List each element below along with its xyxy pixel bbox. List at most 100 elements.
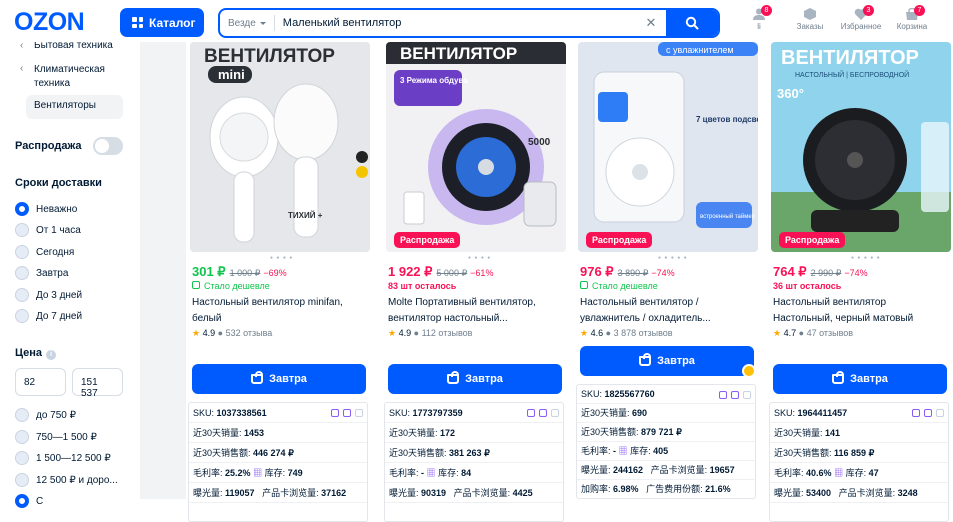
info-icon[interactable]: i [46, 350, 57, 360]
product-card[interactable]: ВЕНТИЛЯТОР 3 Режима обдува 5000 Распрода… [382, 42, 566, 522]
product-card[interactable]: ВЕНТИЛЯТОР НАСТОЛЬНЫЙ | БЕСПРОВОДНОЙ 360… [767, 42, 951, 522]
radio [15, 309, 29, 323]
product-title[interactable]: Настольный вентилятор Настольный, черный… [773, 295, 947, 327]
orders-button[interactable]: Заказы [788, 8, 832, 31]
profile-button[interactable]: 8 li [737, 5, 781, 31]
image-pager[interactable]: ● ● ● ● ● [658, 255, 688, 261]
seller-stats-panel: SKU: 1037338561 近30天销量: 1453 近30天销售额: 44… [188, 402, 368, 522]
radio [15, 408, 29, 422]
add-to-cart-button[interactable]: Завтра [192, 364, 366, 394]
add-to-cart-button[interactable]: Завтра [773, 364, 947, 394]
price-current: 976 ₽ [580, 264, 614, 279]
link-icon [731, 391, 739, 399]
delivery-option[interactable]: От 1 часа [15, 223, 81, 237]
stats-row: 曝光量: 119057 产品卡浏览量: 37162 [189, 483, 367, 503]
product-photo: с увлажнителем 7 цветов подсветки встрое… [578, 42, 758, 252]
reviews-icon: ● [798, 328, 805, 338]
delivery-option[interactable]: До 7 дней [15, 309, 82, 323]
category-current[interactable]: Вентиляторы [26, 95, 123, 119]
stats-row: 近30天销售额: 116 859 ₽ [770, 443, 948, 463]
product-title[interactable]: Настольный вентилятор minifan, белый [192, 295, 366, 327]
price-max-input[interactable]: 151 537 [72, 368, 123, 399]
heart-icon [355, 409, 363, 417]
delivery-option[interactable]: Сегодня [15, 245, 74, 259]
stats-row: 近30天销售额: 879 721 ₽ [577, 423, 755, 442]
catalog-button[interactable]: Каталог [120, 8, 204, 37]
sku-action-icons[interactable] [912, 403, 944, 417]
svg-text:ТИХИЙ +: ТИХИЙ + [288, 211, 323, 220]
image-pager[interactable]: ● ● ● ● ● [851, 255, 881, 261]
sku-value: 1825567760 [604, 389, 655, 399]
price-range-option[interactable]: 750—1 500 ₽ [15, 430, 97, 444]
search-icon [685, 16, 699, 30]
category-link-climate[interactable]: Климатическая техника [34, 63, 124, 91]
stats-row: 毛利率: 25.2% ▦ 库存: 749 [189, 463, 367, 483]
floating-badge-icon[interactable] [742, 364, 756, 378]
product-title[interactable]: Molte Портативный вентилятор, вентилятор… [388, 295, 562, 327]
sku-action-icons[interactable] [527, 403, 559, 417]
product-image[interactable]: ВЕНТИЛЯТОР mini ТИХИЙ + [190, 42, 370, 252]
header: OZON Каталог Везде Маленький вентилятор … [0, 0, 953, 42]
stats-row: 近30天销量: 172 [385, 423, 563, 443]
stats-row: 曝光量: 244162 产品卡浏览量: 19657 [577, 461, 755, 480]
add-to-cart-button[interactable]: Завтра [388, 364, 562, 394]
delivery-option[interactable]: Завтра [15, 266, 68, 280]
price-note: Стало дешевле [580, 281, 658, 291]
price-current: 1 922 ₽ [388, 264, 433, 279]
favorites-label: Избранное [840, 22, 882, 31]
add-to-cart-button[interactable]: Завтра [580, 346, 754, 376]
sku-action-icons[interactable] [719, 385, 751, 399]
sale-toggle[interactable] [93, 137, 123, 155]
product-card[interactable]: ВЕНТИЛЯТОР mini ТИХИЙ + ● ● ● ● 301 ₽1 0… [186, 42, 370, 522]
calc-icon: ▦ [618, 446, 628, 456]
stats-row: 近30天销量: 1453 [189, 423, 367, 443]
radio-selected [15, 202, 29, 216]
delivery-option[interactable]: Неважно [15, 202, 77, 216]
sku-action-icons[interactable] [331, 403, 363, 417]
sku-value: 1964411457 [797, 408, 848, 418]
clear-search-icon[interactable]: ✕ [642, 15, 660, 31]
delivery-option[interactable]: До 3 дней [15, 288, 82, 302]
product-image[interactable]: ВЕНТИЛЯТОР 3 Режима обдува 5000 [386, 42, 566, 252]
stats-row: 近30天销量: 690 [577, 404, 755, 423]
ozon-logo[interactable]: OZON [14, 8, 85, 37]
search-input[interactable]: Маленький вентилятор [275, 17, 642, 29]
price-old: 3 890 ₽ [617, 268, 649, 278]
search-button[interactable] [666, 10, 718, 36]
bag-icon [639, 353, 652, 366]
svg-text:mini: mini [218, 67, 245, 82]
stats-sku-row: SKU: 1037338561 [189, 403, 367, 423]
product-photo: ВЕНТИЛЯТОР mini ТИХИЙ + [190, 42, 370, 252]
price-range-option[interactable]: С [15, 494, 43, 508]
cart-button[interactable]: 7 Корзина [890, 5, 934, 31]
image-pager[interactable]: ● ● ● ● [270, 255, 293, 261]
product-title[interactable]: Настольный вентилятор / увлажнитель / ох… [580, 295, 754, 327]
price-min-input[interactable]: 82 [15, 368, 66, 396]
search-scope-select[interactable]: Везде [220, 15, 275, 31]
price-range-option[interactable]: 12 500 ₽ и доро... [15, 473, 118, 487]
product-image[interactable]: с увлажнителем 7 цветов подсветки встрое… [578, 42, 758, 252]
price-old: 2 990 ₽ [810, 268, 842, 278]
sale-filter-label: Распродажа [15, 140, 82, 152]
link-icon [539, 409, 547, 417]
radio [15, 223, 29, 237]
price-row: 301 ₽1 000 ₽ −69% [192, 264, 287, 280]
profile-count: 8 [761, 5, 772, 16]
sale-badge: Распродажа [779, 232, 846, 248]
radio [15, 451, 29, 465]
price-range-option[interactable]: до 750 ₽ [15, 408, 76, 422]
price-old: 1 000 ₽ [229, 268, 261, 278]
svg-text:с увлажнителем: с увлажнителем [666, 45, 734, 55]
image-pager[interactable]: ● ● ● ● [468, 255, 491, 261]
rating-row: ★ 4.9 ● 532 отзыва [192, 328, 272, 339]
svg-text:НАСТОЛЬНЫЙ | БЕСПРОВОДНОЙ: НАСТОЛЬНЫЙ | БЕСПРОВОДНОЙ [795, 70, 909, 79]
reviews-icon: ● [217, 328, 224, 338]
price-range-option[interactable]: 1 500—12 500 ₽ [15, 451, 111, 465]
product-card[interactable]: с увлажнителем 7 цветов подсветки встрое… [574, 42, 758, 499]
discount: −69% [263, 268, 287, 278]
svg-text:5000: 5000 [528, 137, 551, 148]
favorites-button[interactable]: 3 Избранное [839, 5, 883, 31]
price-row: 976 ₽3 890 ₽ −74% [580, 264, 675, 280]
rating-row: ★ 4.7 ● 47 отзывов [773, 328, 853, 339]
product-image[interactable]: ВЕНТИЛЯТОР НАСТОЛЬНЫЙ | БЕСПРОВОДНОЙ 360… [771, 42, 951, 252]
